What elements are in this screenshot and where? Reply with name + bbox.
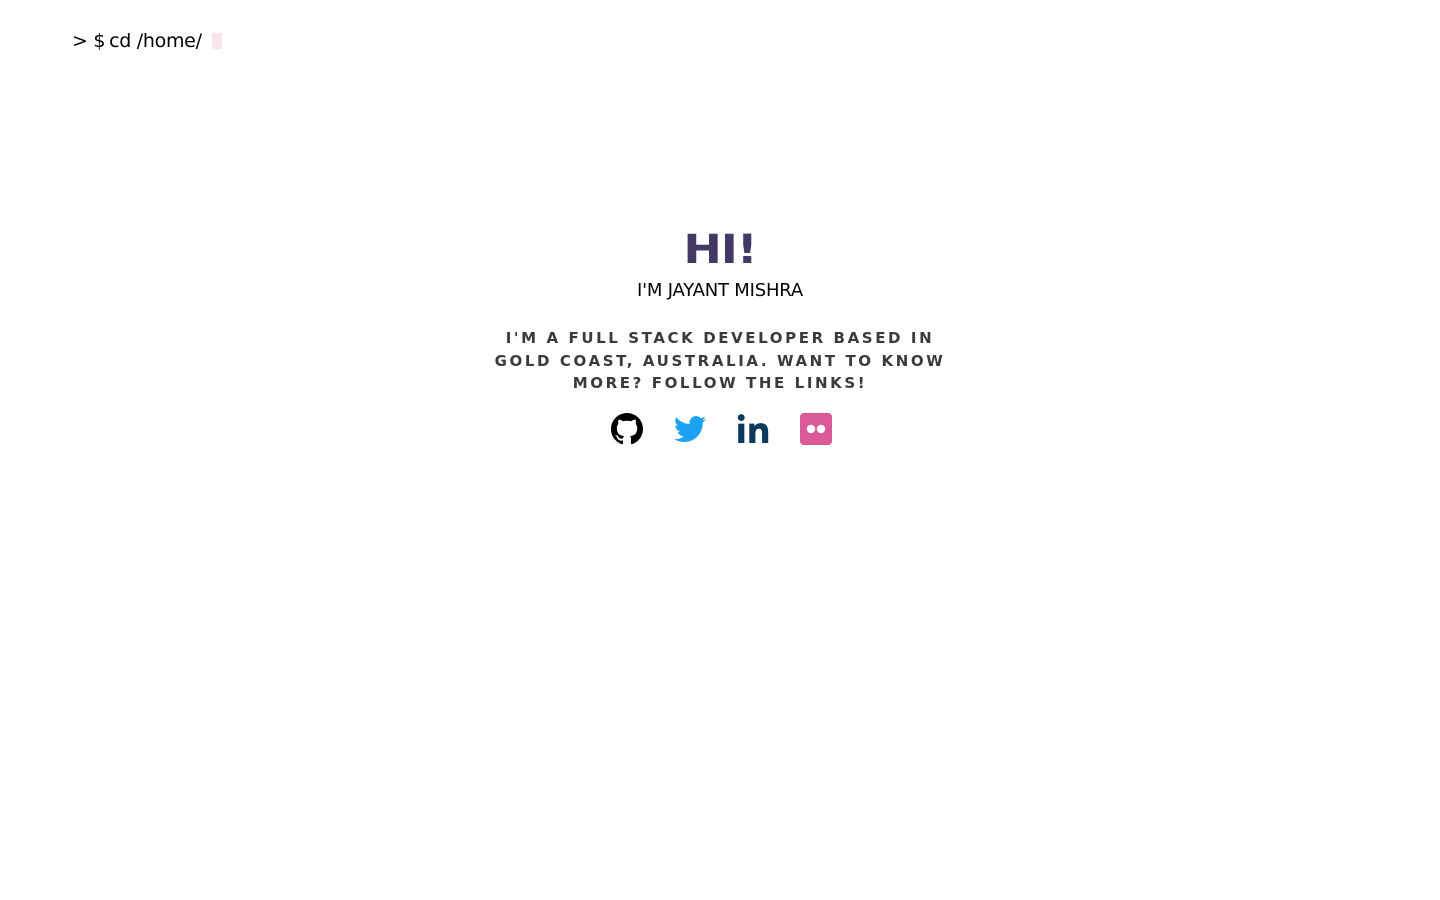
terminal-cursor — [211, 33, 222, 49]
flickr-link[interactable] — [799, 412, 832, 445]
terminal-prompt: > $ — [72, 30, 106, 52]
greeting-heading: HI! — [683, 227, 757, 273]
github-link[interactable] — [610, 412, 643, 445]
social-links — [0, 412, 1440, 445]
hero-section: HI! I'M JAYANT MISHRA I'M A FULL STACK D… — [0, 228, 1440, 445]
flickr-icon — [799, 412, 832, 445]
github-icon — [610, 412, 643, 444]
linkedin-link[interactable] — [737, 413, 769, 445]
tagline: I'M A FULL STACK DEVELOPER BASED IN GOLD… — [494, 329, 946, 392]
twitter-link[interactable] — [673, 413, 706, 445]
linkedin-icon — [737, 413, 768, 443]
terminal-line: > $ cd /home/ — [72, 28, 222, 54]
twitter-icon — [673, 415, 706, 442]
terminal-command: cd /home/ — [109, 30, 202, 52]
name-heading: I'M JAYANT MISHRA — [636, 280, 803, 301]
